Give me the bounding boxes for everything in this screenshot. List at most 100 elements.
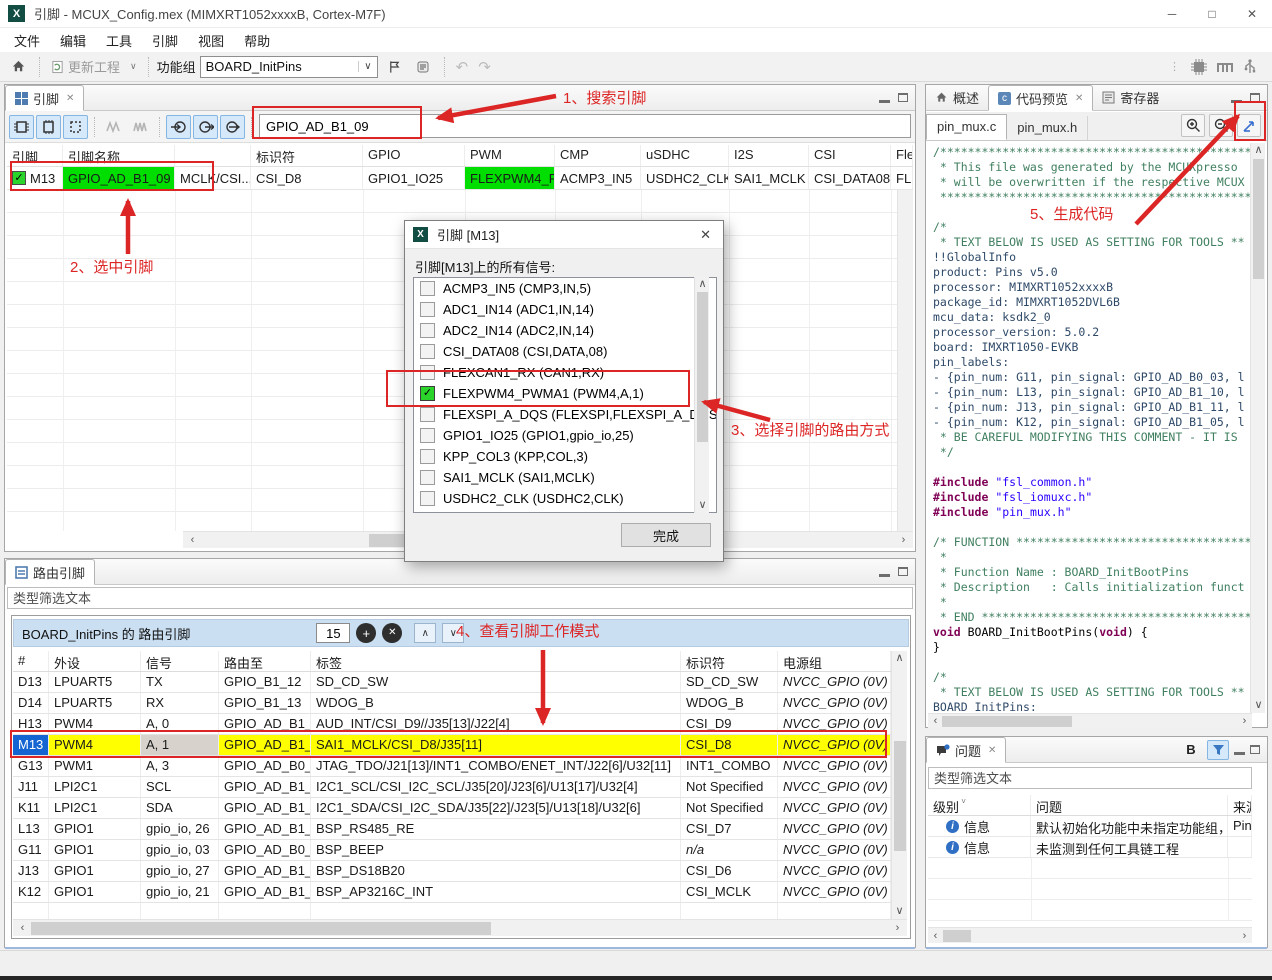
package-view-icon[interactable] (1190, 59, 1208, 75)
add-row-button[interactable]: + (356, 623, 376, 643)
column-header[interactable]: CSI (809, 145, 891, 166)
cell-peripheral[interactable]: PWM4 (49, 735, 141, 755)
cell-signal[interactable]: A, 1 (141, 735, 219, 755)
cell-signal[interactable]: gpio_io, 26 (141, 819, 219, 839)
undo-button[interactable]: ↶ (453, 56, 472, 78)
signal-list-item[interactable]: ADC2_IN14 (ADC2,IN,14) (414, 320, 716, 341)
usb-icon[interactable] (1244, 59, 1256, 75)
cell-pin[interactable]: L13 (13, 819, 49, 839)
functional-group-select[interactable]: BOARD_InitPins∨ (200, 56, 378, 78)
routed-filter-input[interactable] (7, 587, 913, 609)
routing-view-icon[interactable] (1217, 60, 1235, 74)
cell-label[interactable]: I2C1_SCL/CSI_I2C_SCL/J35[20]/J23[6]/U13[… (311, 777, 681, 797)
route-filter-button-1[interactable] (166, 115, 191, 139)
cell-label[interactable]: SD_CD_SW (311, 672, 681, 692)
panel-maximize-icon[interactable] (1250, 745, 1260, 754)
cell-route-to[interactable]: GPIO_AD_B1_01 (219, 798, 311, 818)
cell-pin[interactable]: H13 (13, 714, 49, 734)
problem-text[interactable]: 默认初始化功能中未指定功能组，... (1031, 816, 1228, 836)
flag-button[interactable] (382, 55, 407, 79)
signal-checkbox[interactable] (420, 449, 435, 464)
cell-pin[interactable]: D14 (13, 693, 49, 713)
cell-route-to[interactable]: GPIO_AD_B1_09 (219, 735, 311, 755)
column-header[interactable]: # (13, 651, 49, 671)
signal-checkbox[interactable] (420, 491, 435, 506)
code-editor[interactable]: /***************************************… (928, 143, 1252, 713)
pin-search-input[interactable] (259, 114, 911, 138)
column-header[interactable]: 电源组 (778, 651, 891, 671)
cell-label[interactable]: SAI1_MCLK/CSI_D8/J35[11] (311, 735, 681, 755)
column-header[interactable]: PWM (465, 145, 555, 166)
menu-item[interactable]: 视图 (188, 29, 234, 52)
code-vertical-scrollbar[interactable]: ∧ ∨ (1250, 143, 1265, 713)
signal-checkbox[interactable] (420, 323, 435, 338)
routed-pin-row[interactable]: J13 GPIO1 gpio_io, 27 GPIO_AD_B1_11 BSP_… (13, 861, 891, 882)
signal-list-item[interactable]: FLEXSPI_A_DQS (FLEXSPI,FLEXSPI_A_DQS) (414, 404, 716, 425)
cell-peripheral[interactable]: GPIO1 (49, 861, 141, 881)
cell-signal[interactable]: gpio_io, 03 (141, 840, 219, 860)
cell-route-to[interactable]: GPIO_AD_B1_00 (219, 777, 311, 797)
problem-source[interactable] (1228, 837, 1252, 857)
cell-identifier[interactable]: CSI_MCLK (681, 882, 778, 902)
cell-peripheral[interactable]: GPIO1 (49, 819, 141, 839)
scroll-up-icon[interactable]: ∧ (892, 651, 907, 666)
column-header[interactable]: 标识符 (681, 651, 778, 671)
routed-horizontal-scrollbar[interactable]: ‹ › (13, 919, 907, 936)
menu-item[interactable]: 帮助 (234, 29, 280, 52)
cell-pin[interactable]: D13 (13, 672, 49, 692)
cell-pin[interactable]: K12 (13, 882, 49, 902)
cell-peripheral[interactable]: GPIO1 (49, 840, 141, 860)
cell-pin[interactable]: G11 (13, 840, 49, 860)
scroll-right-icon[interactable]: › (1237, 929, 1252, 944)
menu-item[interactable]: 引脚 (142, 29, 188, 52)
routed-pin-row[interactable]: L13 GPIO1 gpio_io, 26 GPIO_AD_B1_10 BSP_… (13, 819, 891, 840)
code-horizontal-scrollbar[interactable]: ‹ › (928, 713, 1252, 728)
column-header[interactable]: 标识符 (251, 145, 363, 166)
done-button[interactable]: 完成 (621, 523, 711, 547)
cell-identifier[interactable]: n/a (681, 840, 778, 860)
signal-list-item[interactable]: ADC1_IN14 (ADC1,IN,14) (414, 299, 716, 320)
wave-button-2[interactable] (128, 115, 153, 139)
scroll-left-icon[interactable]: ‹ (928, 929, 943, 944)
column-header[interactable]: GPIO (363, 145, 465, 166)
window-close-button[interactable]: ✕ (1232, 0, 1272, 28)
cell-peripheral[interactable]: GPIO1 (49, 882, 141, 902)
scrollbar-thumb[interactable] (1253, 159, 1264, 279)
update-project-button[interactable]: 更新工程 (48, 55, 123, 78)
routed-pin-row[interactable]: G11 GPIO1 gpio_io, 03 GPIO_AD_B0_03 BSP_… (13, 840, 891, 861)
problems-filter-input[interactable] (928, 767, 1252, 789)
zoom-in-button[interactable] (1181, 114, 1205, 137)
column-header[interactable]: 引脚 (7, 145, 63, 166)
cell-power-group[interactable]: NVCC_GPIO (0V) (778, 861, 891, 881)
close-icon[interactable]: ✕ (1075, 93, 1083, 104)
scroll-left-icon[interactable]: ‹ (928, 714, 943, 729)
cell-route-to[interactable]: GPIO_AD_B1_11 (219, 861, 311, 881)
scroll-up-icon[interactable]: ∧ (695, 277, 710, 292)
cell-signal[interactable]: gpio_io, 27 (141, 861, 219, 881)
cell-peripheral[interactable]: LPUART5 (49, 672, 141, 692)
tab-code-preview[interactable]: c 代码预览✕ (988, 85, 1093, 111)
column-header[interactable]: Fle (891, 145, 913, 166)
wave-button-1[interactable] (101, 115, 126, 139)
signal-list-item[interactable]: KPP_COL3 (KPP,COL,3) (414, 446, 716, 467)
signal-checkbox[interactable] (420, 281, 435, 296)
pin-view-button-2[interactable] (36, 115, 61, 139)
problem-source[interactable]: Pins (1228, 816, 1252, 836)
problems-horizontal-scrollbar[interactable]: ‹ › (928, 927, 1252, 943)
scrollbar-thumb[interactable] (697, 292, 708, 442)
cell-identifier[interactable]: WDOG_B (681, 693, 778, 713)
cell-peripheral[interactable]: LPUART5 (49, 693, 141, 713)
cell-signal[interactable]: SDA (141, 798, 219, 818)
signal-checkbox[interactable] (420, 386, 435, 401)
scroll-right-icon[interactable]: › (890, 921, 905, 936)
cell-identifier[interactable]: Not Specified (681, 798, 778, 818)
zoom-out-button[interactable] (1209, 114, 1233, 137)
pins-vertical-scrollbar[interactable] (897, 190, 913, 531)
log-button[interactable] (411, 55, 436, 79)
column-header[interactable]: 外设 (49, 651, 141, 671)
column-header[interactable]: 来源 (1228, 795, 1252, 815)
column-header[interactable]: uSDHC (641, 145, 729, 166)
routed-pin-row[interactable]: M13 PWM4 A, 1 GPIO_AD_B1_09 SAI1_MCLK/CS… (13, 735, 891, 756)
filter-funnel-button[interactable] (1207, 740, 1229, 760)
delete-row-button[interactable]: ✕ (382, 623, 402, 643)
